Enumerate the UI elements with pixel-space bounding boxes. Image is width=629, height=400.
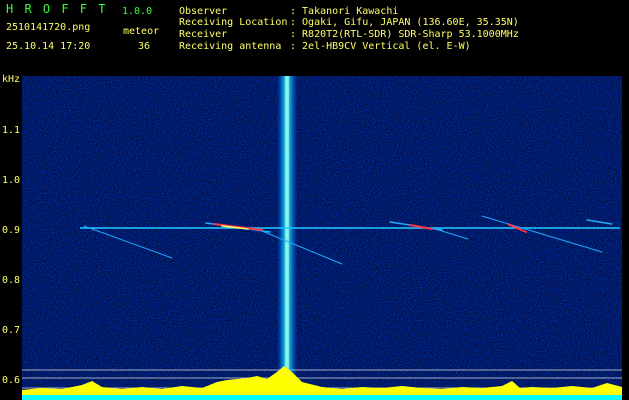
y-axis-unit: kHz — [2, 74, 21, 85]
info-value-location: : Ogaki, Gifu, JAPAN (136.60E, 35.35N) — [290, 17, 519, 28]
spectrogram-plot — [22, 76, 622, 400]
y-tick: 1.1 — [2, 125, 21, 136]
info-label-receiver: Receiver — [179, 29, 228, 40]
carrier-core — [285, 76, 289, 400]
y-tick: 0.9 — [2, 225, 21, 236]
app-version: 1.0.0 — [122, 6, 153, 17]
y-tick: 0.6 — [2, 375, 21, 386]
filename: 2510141720.png — [6, 22, 91, 33]
y-tick: 0.8 — [2, 275, 21, 286]
info-label-antenna: Receiving antenna — [179, 41, 282, 52]
datetime: 25.10.14 17:20 — [6, 41, 91, 52]
app-title: H R O F F T — [6, 2, 108, 16]
y-tick: 0.7 — [2, 325, 21, 336]
meteor-label: meteor — [123, 26, 160, 37]
info-value-antenna: : 2el-HB9CV Vertical (el. E-W) — [290, 41, 471, 52]
noise-texture — [22, 76, 622, 400]
info-value-receiver: : R820T2(RTL-SDR) SDR-Sharp 53.1000MHz — [290, 29, 519, 40]
y-tick: 1.0 — [2, 175, 21, 186]
meteor-count: 36 — [138, 41, 151, 52]
info-label-location: Receiving Location — [179, 17, 288, 28]
info-label-observer: Observer — [179, 6, 228, 17]
baseline-strip — [22, 395, 622, 400]
info-value-observer: : Takanori Kawachi — [290, 6, 399, 17]
